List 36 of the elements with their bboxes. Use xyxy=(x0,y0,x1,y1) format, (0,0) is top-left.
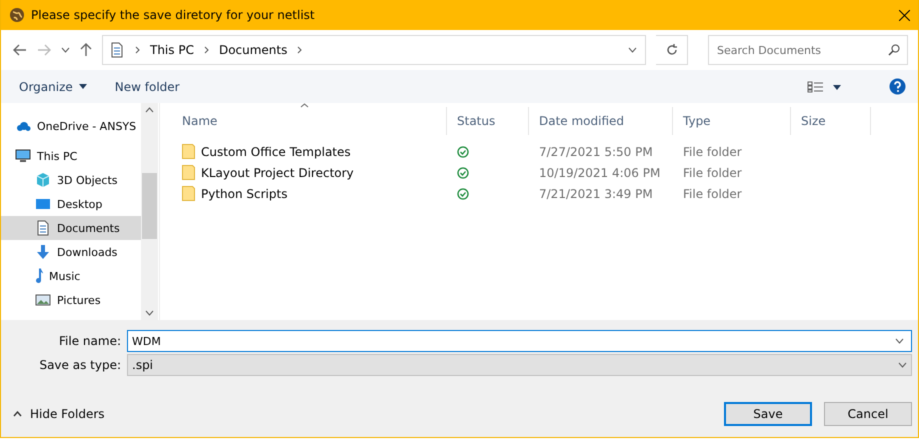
breadcrumb-item[interactable]: Documents xyxy=(218,43,288,57)
type-cell-text: File folder xyxy=(682,186,743,202)
sidebar-item[interactable]: Documents xyxy=(1,216,141,240)
cancel-button[interactable]: Cancel xyxy=(824,402,912,426)
field-label: Save as type: xyxy=(38,358,122,372)
sidebar-item[interactable]: Downloads xyxy=(1,240,141,264)
file-name-cell[interactable]: Python Scripts xyxy=(172,183,447,204)
field-label: File name: xyxy=(58,334,122,348)
sidebar-item[interactable]: Music xyxy=(1,264,141,288)
hide-folders-button[interactable]: Hide Folders xyxy=(13,407,105,421)
column-header[interactable]: Status xyxy=(447,107,529,135)
save-button[interactable]: Save xyxy=(724,402,812,426)
file-name-cell[interactable]: KLayout Project Directory xyxy=(172,162,447,183)
column-header[interactable]: Date modified xyxy=(529,107,673,135)
address-bar[interactable]: This PC Documents xyxy=(102,35,646,65)
column-header[interactable]: Size xyxy=(791,107,871,135)
file-name-field[interactable]: WDM xyxy=(127,330,912,352)
new-folder-button[interactable]: New folder xyxy=(114,80,180,94)
date-cell-text: 7/27/2021 5:50 PM xyxy=(538,144,654,160)
date-cell-text: 7/21/2021 3:49 PM xyxy=(538,186,654,202)
date-cell-text: 10/19/2021 4:06 PM xyxy=(538,164,662,182)
window-title: Please specify the save diretory for your netlist xyxy=(31,8,316,22)
file-name-cell[interactable]: Custom Office Templates xyxy=(172,141,447,162)
file-type-dropdown[interactable]: .spi xyxy=(127,354,912,376)
breadcrumb-item[interactable]: This PC xyxy=(150,43,194,57)
sidebar-item[interactable]: Desktop xyxy=(1,192,141,216)
type-cell-text: File folder xyxy=(682,144,743,160)
sidebar-item[interactable]: This PC xyxy=(1,144,141,168)
sidebar-item[interactable]: 3D Objects xyxy=(1,168,141,192)
organize-button[interactable]: Organize xyxy=(19,80,87,94)
search-field[interactable]: Search Documents xyxy=(708,35,908,65)
type-cell-text: File folder xyxy=(682,164,743,182)
column-header[interactable]: Name xyxy=(172,107,447,135)
column-header[interactable]: Type xyxy=(673,107,791,135)
sidebar-item[interactable]: OneDrive - ANSYS xyxy=(1,114,141,138)
sidebar-item[interactable]: Pictures xyxy=(1,288,141,312)
